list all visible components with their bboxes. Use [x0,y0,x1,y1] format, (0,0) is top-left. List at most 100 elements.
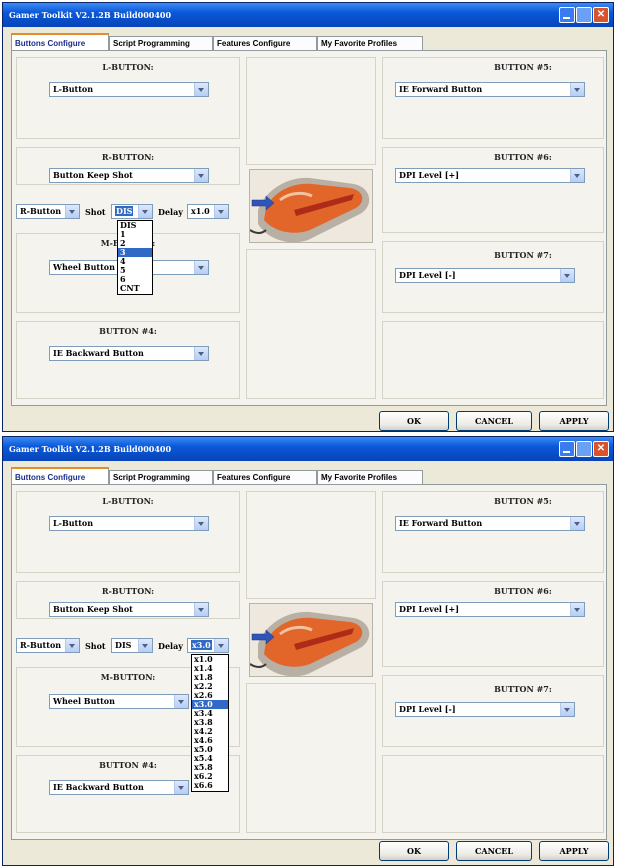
chevron-down-icon[interactable] [214,639,228,652]
minimize-icon[interactable] [559,7,575,23]
button6-group: BUTTON #6: DPI Level [+] [382,581,604,667]
right-bottom-box [382,755,604,833]
chevron-down-icon[interactable] [138,639,152,652]
window-titlebar[interactable]: Gamer Toolkit V2.1.2B Build000400 ✕ [3,437,613,461]
button6-group: BUTTON #6: DPI Level [+] [382,147,604,233]
chevron-down-icon[interactable] [194,603,208,616]
m-button-select[interactable]: Wheel Button [49,694,189,709]
button5-select[interactable]: IE Forward Button [395,82,585,97]
mouse-image [249,603,373,677]
window-title: Gamer Toolkit V2.1.2B Build000400 [9,10,172,20]
delay-label: Delay [158,641,183,651]
button4-select[interactable]: IE Backward Button [49,346,209,361]
chevron-down-icon[interactable] [65,205,79,218]
chevron-down-icon[interactable] [194,261,208,274]
chevron-down-icon[interactable] [560,703,574,716]
button5-group: BUTTON #5: IE Forward Button [382,57,604,139]
cancel-button[interactable]: CANCEL [456,411,532,431]
chevron-down-icon[interactable] [174,695,188,708]
l-button-select[interactable]: L-Button [49,82,209,97]
center-bottom-box [246,249,376,399]
chevron-down-icon[interactable] [560,269,574,282]
chevron-down-icon[interactable] [194,347,208,360]
l-button-group: L-BUTTON: L-Button [16,491,240,573]
shot-dropdown-list[interactable]: DIS 1 2 3 4 5 6 CNT [117,220,153,295]
maximize-icon[interactable] [576,441,592,457]
center-top-box [246,57,376,165]
button7-select[interactable]: DPI Level [-] [395,702,575,717]
dropdown-option[interactable]: CNT [118,284,152,293]
mouse-image [249,169,373,243]
r-button-group: R-BUTTON: Button Keep Shot [16,147,240,185]
delay-select[interactable]: x3.0 [187,638,229,653]
button4-select[interactable]: IE Backward Button [49,780,189,795]
chevron-down-icon[interactable] [570,169,584,182]
chevron-down-icon[interactable] [570,83,584,96]
tab-buttons-configure[interactable]: Buttons Configure [11,467,109,485]
chevron-down-icon[interactable] [194,83,208,96]
shot-select[interactable]: DIS [111,638,153,653]
button6-label: BUTTON #6: [494,586,552,596]
delay-label: Delay [158,207,183,217]
shot-button-select[interactable]: R-Button [16,638,80,653]
button7-group: BUTTON #7: DPI Level [-] [382,241,604,313]
ok-button[interactable]: OK [379,411,449,431]
button4-group: BUTTON #4: IE Backward Button [16,321,240,399]
minimize-icon[interactable] [559,441,575,457]
chevron-down-icon[interactable] [138,205,152,218]
button5-select[interactable]: IE Forward Button [395,516,585,531]
tab-features-configure[interactable]: Features Configure [213,36,317,50]
r-button-select[interactable]: Button Keep Shot [49,602,209,617]
l-button-label: L-BUTTON: [102,62,154,72]
button5-label: BUTTON #5: [494,496,552,506]
r-button-group: R-BUTTON: Button Keep Shot [16,581,240,619]
shot-select[interactable]: DIS [111,204,153,219]
button7-select[interactable]: DPI Level [-] [395,268,575,283]
button4-label: BUTTON #4: [99,326,157,336]
tab-buttons-configure[interactable]: Buttons Configure [11,33,109,51]
l-button-label: L-BUTTON: [102,496,154,506]
apply-button[interactable]: APPLY [539,841,609,861]
chevron-down-icon[interactable] [570,517,584,530]
ok-button[interactable]: OK [379,841,449,861]
l-button-group: L-BUTTON: L-Button [16,57,240,139]
close-icon[interactable]: ✕ [593,441,609,457]
button6-select[interactable]: DPI Level [+] [395,602,585,617]
button7-group: BUTTON #7: DPI Level [-] [382,675,604,747]
tab-script-programming[interactable]: Script Programming [109,470,213,484]
chevron-down-icon[interactable] [194,169,208,182]
chevron-down-icon[interactable] [174,781,188,794]
tab-script-programming[interactable]: Script Programming [109,36,213,50]
tab-my-favorite-profiles[interactable]: My Favorite Profiles [317,470,423,484]
delay-dropdown-list[interactable]: x1.0 x1.4 x1.8 x2.2 x2.6 x3.0 x3.4 x3.8 … [191,654,229,792]
tab-my-favorite-profiles[interactable]: My Favorite Profiles [317,36,423,50]
window-title: Gamer Toolkit V2.1.2B Build000400 [9,444,172,454]
shot-label: Shot [85,207,106,217]
chevron-down-icon[interactable] [65,639,79,652]
chevron-down-icon[interactable] [214,205,228,218]
apply-button[interactable]: APPLY [539,411,609,431]
shot-button-select[interactable]: R-Button [16,204,80,219]
buttons-configure-panel: L-BUTTON: L-Button R-BUTTON: Button Keep… [11,50,607,406]
button7-label: BUTTON #7: [494,684,552,694]
close-icon[interactable]: ✕ [593,7,609,23]
delay-select[interactable]: x1.0 [187,204,229,219]
dropdown-option[interactable]: x6.6 [192,781,228,790]
center-top-box [246,491,376,599]
chevron-down-icon[interactable] [194,517,208,530]
l-button-select[interactable]: L-Button [49,516,209,531]
shot-label: Shot [85,641,106,651]
gamer-toolkit-window-2: Gamer Toolkit V2.1.2B Build000400 ✕ Butt… [2,436,614,866]
window-titlebar[interactable]: Gamer Toolkit V2.1.2B Build000400 ✕ [3,3,613,27]
cancel-button[interactable]: CANCEL [456,841,532,861]
r-button-select[interactable]: Button Keep Shot [49,168,209,183]
button6-label: BUTTON #6: [494,152,552,162]
button6-select[interactable]: DPI Level [+] [395,168,585,183]
button5-group: BUTTON #5: IE Forward Button [382,491,604,573]
chevron-down-icon[interactable] [570,603,584,616]
tab-features-configure[interactable]: Features Configure [213,470,317,484]
r-button-label: R-BUTTON: [101,586,155,596]
center-bottom-box [246,683,376,833]
button5-label: BUTTON #5: [494,62,552,72]
maximize-icon[interactable] [576,7,592,23]
